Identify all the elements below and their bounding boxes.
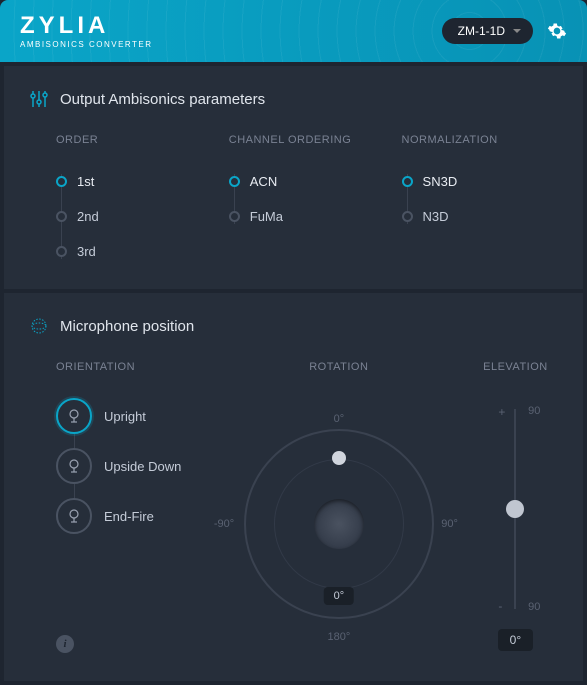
radio-option[interactable]: 2nd	[56, 199, 229, 234]
normalization-group: NORMALIZATION SN3D N3D	[402, 134, 557, 269]
radio-option[interactable]: 1st	[56, 164, 229, 199]
radio-dot-icon	[229, 211, 240, 222]
mic-orientation-icon	[56, 398, 92, 434]
radio-dot-icon	[229, 176, 240, 187]
radio-label: SN3D	[423, 174, 458, 189]
order-options: 1st 2nd 3rd	[56, 164, 229, 269]
order-label: ORDER	[56, 134, 229, 146]
brand-name: ZYLIA	[20, 14, 153, 38]
elevation-slider[interactable]: + - 90 90	[514, 409, 516, 609]
rotation-tick-0: 0°	[334, 413, 345, 425]
rotation-tick-180: 180°	[327, 631, 350, 643]
rotation-group: ROTATION 0° 90° 180° -90° 0°	[224, 361, 454, 651]
radio-label: FuMa	[250, 209, 283, 224]
mic-orientation-icon	[56, 498, 92, 534]
rotation-tick-neg90: -90°	[214, 518, 234, 530]
rotation-handle[interactable]	[332, 451, 346, 465]
order-group: ORDER 1st 2nd 3rd	[56, 134, 229, 269]
sliders-icon	[30, 90, 48, 108]
rotation-tick-90: 90°	[441, 518, 458, 530]
app-header: ZYLIA AMBISONICS CONVERTER ZM-1-1D	[0, 0, 587, 62]
radio-label: N3D	[423, 209, 449, 224]
orientation-option[interactable]: Upright	[56, 391, 204, 441]
orientation-label: Upright	[104, 409, 146, 424]
elevation-group: ELEVATION + - 90 90 0°	[474, 361, 557, 651]
elevation-labels: + - 90 90	[514, 409, 516, 609]
radio-dot-icon	[56, 176, 67, 187]
radio-dot-icon	[402, 211, 413, 222]
radio-label: 2nd	[77, 209, 99, 224]
mic-title: Microphone position	[60, 318, 194, 335]
radio-option[interactable]: SN3D	[402, 164, 557, 199]
radio-dot-icon	[56, 246, 67, 257]
elevation-plus: +	[498, 405, 505, 419]
radio-label: ACN	[250, 174, 277, 189]
orientation-options: Upright Upside Down End-Fire	[56, 391, 204, 541]
normalization-options: SN3D N3D	[402, 164, 557, 234]
radio-label: 1st	[77, 174, 94, 189]
radio-option[interactable]: N3D	[402, 199, 557, 234]
rotation-value[interactable]: 0°	[324, 587, 355, 605]
brand-logo: ZYLIA AMBISONICS CONVERTER	[20, 14, 153, 49]
radio-option[interactable]: 3rd	[56, 234, 229, 269]
channel-ordering-options: ACN FuMa	[229, 164, 402, 234]
channel-ordering-group: CHANNEL ORDERING ACN FuMa	[229, 134, 402, 269]
elevation-value[interactable]: 0°	[498, 629, 533, 651]
settings-button[interactable]	[547, 21, 567, 41]
info-button[interactable]: i	[56, 635, 74, 653]
device-select-value: ZM-1-1D	[458, 24, 505, 38]
elevation-max: 90	[528, 405, 540, 417]
radio-label: 3rd	[77, 244, 96, 259]
gear-icon	[547, 21, 567, 41]
channel-ordering-label: CHANNEL ORDERING	[229, 134, 402, 146]
output-section: Output Ambisonics parameters ORDER 1st 2n…	[4, 66, 583, 289]
radio-option[interactable]: ACN	[229, 164, 402, 199]
normalization-label: NORMALIZATION	[402, 134, 557, 146]
orientation-option[interactable]: Upside Down	[56, 441, 204, 491]
device-select[interactable]: ZM-1-1D	[442, 18, 533, 44]
elevation-minus: -	[498, 599, 502, 613]
radio-option[interactable]: FuMa	[229, 199, 402, 234]
sphere-3d-icon	[30, 317, 48, 335]
mic-section: Microphone position ORIENTATION UprightU…	[4, 293, 583, 681]
info-icon: i	[63, 638, 66, 650]
rotation-dial[interactable]: 0° 90° 180° -90° 0°	[224, 409, 454, 639]
elevation-label: ELEVATION	[483, 361, 548, 373]
orientation-label: ORIENTATION	[56, 361, 204, 373]
orientation-label: Upside Down	[104, 459, 181, 474]
dial-mic-graphic	[314, 499, 364, 549]
mic-orientation-icon	[56, 448, 92, 484]
orientation-label: End-Fire	[104, 509, 154, 524]
orientation-group: ORIENTATION Upright Upside Down End-Fire	[56, 361, 204, 651]
radio-dot-icon	[402, 176, 413, 187]
rotation-label: ROTATION	[309, 361, 368, 373]
elevation-min: 90	[528, 601, 540, 613]
brand-subtitle: AMBISONICS CONVERTER	[20, 40, 153, 49]
radio-dot-icon	[56, 211, 67, 222]
orientation-option[interactable]: End-Fire	[56, 491, 204, 541]
output-title: Output Ambisonics parameters	[60, 91, 265, 108]
